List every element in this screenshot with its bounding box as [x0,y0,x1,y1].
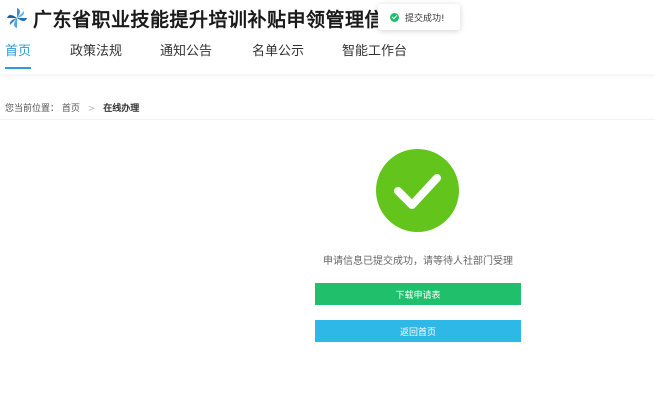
return-home-button[interactable]: 返回首页 [315,320,521,342]
nav-active-indicator [5,67,31,69]
toast-message: 提交成功! [405,14,445,24]
check-circle-icon [390,13,399,22]
nav-item-home[interactable]: 首页 [5,40,31,59]
nav-item-publicity-list[interactable]: 名单公示 [252,40,304,59]
site-header: 广东省职业技能提升培训补贴申领管理信息 首页 政策法规 通知公告 名单公示 智能… [0,0,655,74]
nav-item-workbench[interactable]: 智能工作台 [342,40,407,59]
breadcrumb: 您当前位置： 首页 > 在线办理 [5,101,139,114]
breadcrumb-divider [0,119,655,120]
site-title: 广东省职业技能提升培训补贴申领管理信息 [33,9,404,31]
nav-item-policies[interactable]: 政策法规 [70,40,122,59]
nav-item-notices[interactable]: 通知公告 [160,40,212,59]
success-message: 申请信息已提交成功，请等待人社部门受理 [323,256,513,267]
breadcrumb-home-link[interactable]: 首页 [62,104,80,114]
success-toast: 提交成功! [378,4,460,30]
breadcrumb-prefix: 您当前位置： [5,104,60,114]
success-check-icon [376,149,459,232]
breadcrumb-current: 在线办理 [103,104,140,114]
download-application-button[interactable]: 下载申请表 [315,283,521,305]
pinwheel-logo-icon[interactable] [6,7,28,29]
breadcrumb-separator: > [87,104,96,114]
